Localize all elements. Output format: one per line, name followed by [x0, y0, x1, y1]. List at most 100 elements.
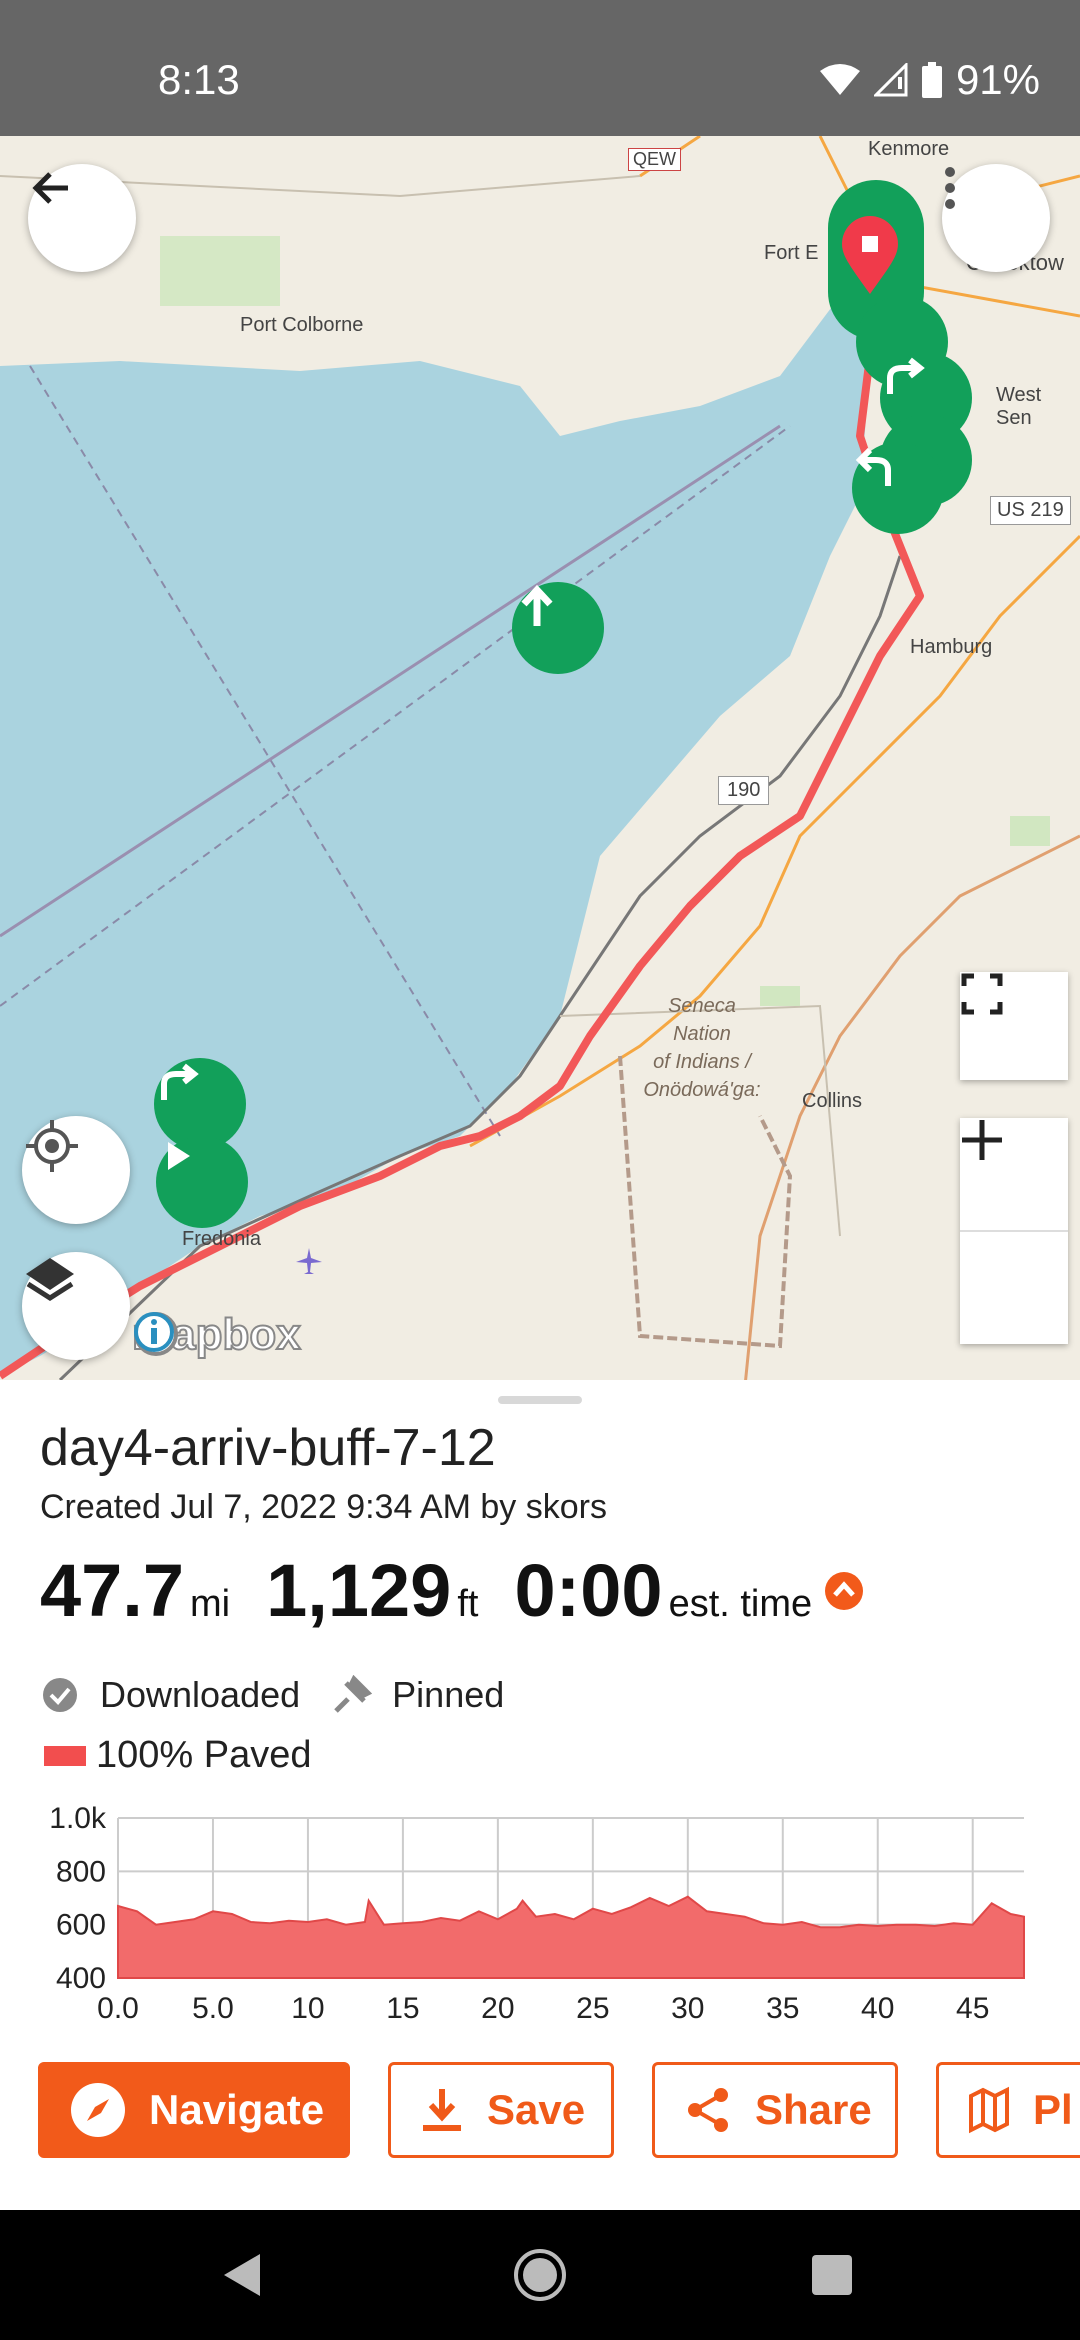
map-pin-icon: [842, 216, 898, 294]
distance-value: 47.7: [40, 1549, 185, 1632]
share-button[interactable]: Share: [652, 2062, 898, 2158]
wifi-icon: [819, 64, 860, 95]
map-view[interactable]: Kenmore QEW Fort E Cheektow Port Colborn…: [0, 136, 1080, 1380]
crosshair-icon: [26, 1120, 78, 1172]
chart-xtick-label: 25: [576, 1992, 609, 2025]
info-icon[interactable]: [132, 1310, 176, 1354]
my-location-button[interactable]: [22, 1116, 130, 1224]
battery-percent: 91%: [955, 56, 1040, 103]
time-value: 0:00: [514, 1549, 663, 1632]
status-icons: 91%: [819, 56, 1040, 104]
zoom-out-button[interactable]: [960, 1137, 1068, 1344]
battery-icon: [921, 62, 942, 98]
time-label: est. time: [668, 1583, 813, 1625]
chart-ytick-label: 600: [56, 1909, 106, 1942]
map-label-hamburg: Hamburg: [910, 636, 993, 658]
seneca-line-1: Seneca: [668, 995, 736, 1017]
chart-xtick-label: 20: [481, 1992, 514, 2025]
save-label: Save: [487, 2086, 586, 2133]
chart-elevation-area: [117, 1895, 1025, 1979]
distance-unit: mi: [190, 1583, 231, 1625]
start-marker[interactable]: [156, 1136, 248, 1228]
chart-xtick-label: 40: [861, 1992, 894, 2025]
map-plan-icon: [969, 2086, 1009, 2134]
route-title: day4-arriv-buff-7-12: [40, 1419, 496, 1477]
map-label-port-colborne: Port Colborne: [240, 314, 364, 336]
sheet-drag-handle[interactable]: [498, 1396, 582, 1404]
turn-left-icon: [855, 447, 891, 486]
route-created-info: Created Jul 7, 2022 9:34 AM by skors: [40, 1488, 607, 1526]
pinned-label: Pinned: [392, 1674, 505, 1715]
chart-ytick-label: 1.0k: [49, 1802, 107, 1835]
plan-button[interactable]: Pl: [936, 2062, 1080, 2158]
zoom-controls: [960, 1118, 1068, 1344]
download-icon: [423, 2089, 461, 2131]
route-details-sheet: day4-arriv-buff-7-12 Created Jul 7, 2022…: [0, 1380, 1080, 2210]
chart-xtick-label: 0.0: [97, 1992, 139, 2025]
share-icon: [688, 2088, 728, 2132]
chart-ytick-label: 800: [56, 1855, 106, 1888]
chart-xtick-label: 5.0: [192, 1992, 234, 2025]
map-label-fredonia: Fredonia: [182, 1228, 261, 1250]
map-label-collins: Collins: [802, 1090, 863, 1112]
chart-xtick-label: 10: [291, 1992, 324, 2025]
nav-home-icon[interactable]: [512, 2247, 568, 2303]
minus-icon: [962, 1137, 1002, 1143]
chart-xtick-label: 30: [671, 1992, 704, 2025]
fullscreen-icon: [961, 973, 1003, 1015]
more-vert-icon: [945, 167, 955, 209]
check-circle-icon: [43, 1678, 77, 1712]
action-buttons: Navigate Save Share Pl: [0, 2062, 1080, 2162]
seneca-line-2: Nation: [673, 1023, 731, 1045]
map-label-kenmore: Kenmore: [868, 138, 950, 160]
map-label-us219: US 219: [990, 496, 1071, 525]
status-bar: 8:13 91%: [0, 0, 1080, 136]
elevation-value: 1,129: [266, 1549, 452, 1632]
turn-right-icon: [887, 357, 925, 394]
paved-label: 100% Paved: [96, 1734, 312, 1776]
chart-xtick-label: 15: [386, 1992, 419, 2025]
seneca-line-4: Onödowá'ga:: [643, 1079, 761, 1101]
route-stats: 47.7 mi 1,129 ft 0:00 est. time: [40, 1548, 864, 1633]
map-label-west-seneca: West Sen: [996, 384, 1042, 429]
layers-button[interactable]: [22, 1252, 130, 1360]
pin-icon: [334, 1675, 373, 1713]
navigate-button[interactable]: Navigate: [38, 2062, 350, 2158]
paved-swatch: [44, 1745, 86, 1766]
mapbox-logo: mapbox: [131, 1309, 302, 1360]
layers-icon: [26, 1258, 74, 1301]
fullscreen-button[interactable]: [960, 972, 1068, 1080]
map-label-qew: QEW: [628, 148, 681, 171]
route-flags: Downloaded Pinned: [40, 1674, 504, 1716]
map-label-seneca-nation: Seneca Nation of Indians / Onödowá'ga:: [632, 992, 772, 1104]
destination-pin-icon[interactable]: [840, 216, 900, 296]
arrow-up-icon: [521, 584, 553, 626]
navigate-label: Navigate: [149, 2086, 325, 2133]
save-button[interactable]: Save: [388, 2062, 614, 2158]
straight-marker[interactable]: [512, 582, 604, 674]
chart-xtick-label: 35: [766, 1992, 799, 2025]
seneca-line-3: of Indians /: [653, 1051, 751, 1073]
airport-icon: [296, 1248, 322, 1274]
elevation-unit: ft: [457, 1583, 479, 1625]
turn-right-icon: [161, 1063, 199, 1100]
surface-legend: 100% Paved: [44, 1734, 312, 1777]
expand-stats-icon[interactable]: [824, 1571, 864, 1611]
back-button[interactable]: [28, 164, 136, 272]
nav-back-icon[interactable]: [218, 2250, 268, 2300]
downloaded-label: Downloaded: [100, 1674, 301, 1715]
more-options-button[interactable]: [942, 164, 1050, 272]
map-label-fort-erie: Fort E: [764, 242, 819, 264]
share-label: Share: [755, 2086, 872, 2133]
turn-left-marker[interactable]: [852, 442, 944, 534]
chart-xtick-label: 45: [956, 1992, 989, 2025]
play-icon: [168, 1142, 190, 1170]
elevation-chart[interactable]: 1.0k 800 600 4000.0 5.0 10 15 20 25 30 35 40 45: [0, 1800, 1080, 2040]
status-time: 8:13: [158, 56, 240, 103]
compass-icon: [71, 2083, 125, 2137]
nav-recents-icon[interactable]: [810, 2253, 854, 2297]
chart-ytick-label: 400: [56, 1962, 106, 1995]
system-nav-bar: [0, 2210, 1080, 2340]
plan-label: Pl: [1033, 2086, 1073, 2133]
arrow-left-icon: [32, 172, 68, 204]
